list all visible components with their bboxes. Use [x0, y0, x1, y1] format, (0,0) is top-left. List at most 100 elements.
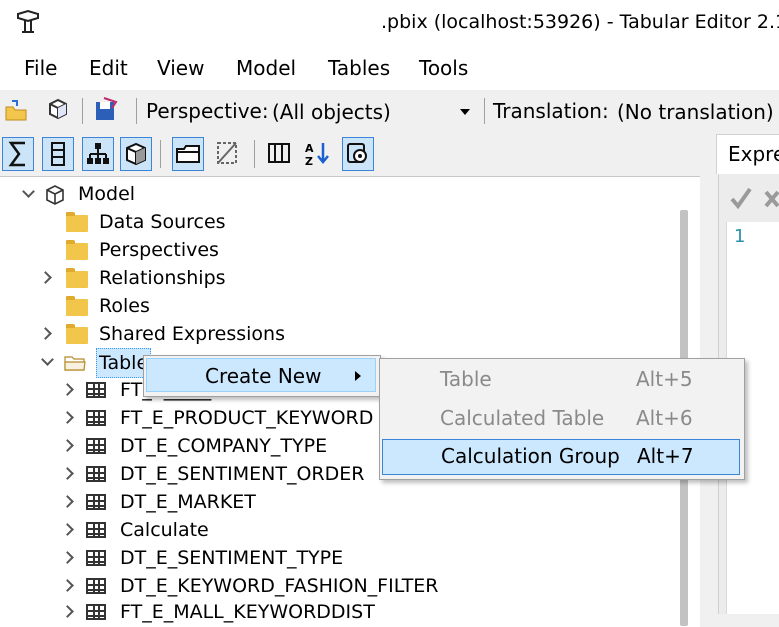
menu-item-calculation-group[interactable]: Calculation Group Alt+7	[382, 439, 740, 475]
folder-icon	[66, 268, 88, 288]
show-columns-button[interactable]	[42, 137, 74, 171]
tree-node-label: Roles	[99, 295, 150, 317]
sigma-icon	[8, 141, 25, 167]
folder-open-icon	[64, 356, 86, 371]
table-icon	[86, 604, 106, 620]
expand-chevron-icon[interactable]	[61, 411, 74, 424]
expand-chevron-icon[interactable]	[22, 185, 35, 198]
tree-node-label: DT_E_SENTIMENT_TYPE	[120, 547, 344, 569]
hidden-object-icon	[217, 142, 237, 164]
expand-chevron-icon[interactable]	[61, 579, 74, 592]
expand-chevron-icon[interactable]	[61, 551, 74, 564]
expand-chevron-icon[interactable]	[61, 383, 74, 396]
expand-chevron-icon[interactable]	[41, 353, 54, 366]
tree-node-label: Model	[78, 183, 136, 205]
tree-node-table[interactable]: Calculate	[0, 516, 400, 544]
perspective-dropdown[interactable]: (All objects)	[264, 95, 480, 129]
table-icon	[86, 494, 106, 510]
tree-node-relationships[interactable]: Relationships	[0, 264, 400, 292]
tree-node-perspectives[interactable]: Perspectives	[0, 236, 400, 264]
menu-item-shortcut: Alt+5	[636, 367, 693, 391]
tree-node-label: DT_E_SENTIMENT_ORDER	[120, 463, 365, 485]
model-cube-icon	[46, 185, 64, 205]
expand-chevron-icon[interactable]	[39, 327, 52, 340]
menu-model[interactable]: Model	[236, 56, 296, 80]
close-icon[interactable]	[764, 188, 779, 210]
tree-node-table[interactable]: DT_E_SENTIMENT_TYPE	[0, 544, 400, 572]
column-icon	[51, 142, 65, 166]
menu-item-label: Table	[440, 367, 492, 391]
submenu-arrow-icon	[355, 371, 361, 381]
cube-icon	[126, 142, 146, 166]
expand-chevron-icon[interactable]	[61, 439, 74, 452]
tree-node-table[interactable]: DT_E_KEYWORD_FASHION_FILTER	[0, 572, 460, 600]
menu-item-label: Create New	[205, 364, 322, 388]
table-icon	[86, 578, 106, 594]
svg-text:Z: Z	[305, 155, 313, 168]
table-icon	[86, 550, 106, 566]
checkmark-icon[interactable]	[728, 184, 754, 212]
expand-chevron-icon[interactable]	[61, 467, 74, 480]
display-folders-button[interactable]	[172, 137, 204, 171]
expand-chevron-icon[interactable]	[39, 271, 52, 284]
tree-node-table[interactable]: DT_E_SENTIMENT_ORDER	[0, 460, 400, 488]
tree-node-label: Relationships	[99, 267, 226, 289]
menu-file[interactable]: File	[24, 56, 57, 80]
tab-expression-editor[interactable]: Expre	[716, 134, 779, 174]
expand-chevron-icon[interactable]	[61, 523, 74, 536]
save-icon[interactable]	[92, 96, 120, 124]
tree-node-label: DT_E_COMPANY_TYPE	[120, 435, 328, 457]
tree-node-label: DT_E_MARKET	[120, 491, 256, 513]
tree-node-label: DT_E_KEYWORD_FASHION_FILTER	[120, 575, 439, 597]
show-measures-button[interactable]	[2, 137, 34, 171]
tab-expression-editor-label: Expre	[728, 142, 779, 166]
expand-chevron-icon[interactable]	[61, 605, 74, 618]
sort-alphabetical-button[interactable]: AZ	[302, 137, 334, 171]
toolbar-separator	[484, 98, 485, 124]
toolbar-separator	[160, 140, 161, 168]
translation-label: Translation:	[493, 99, 609, 123]
tree-node-model[interactable]: Model	[0, 180, 400, 208]
menu-item-shortcut: Alt+7	[637, 444, 694, 468]
svg-text:A: A	[305, 142, 314, 155]
sort-az-icon: AZ	[305, 142, 329, 168]
menu-edit[interactable]: Edit	[89, 56, 128, 80]
show-metadata-button[interactable]	[342, 137, 374, 171]
expand-chevron-icon[interactable]	[61, 495, 74, 508]
tree-node-table[interactable]: FT_E_PRODUCT_KEYWORD	[0, 404, 400, 432]
menu-tables[interactable]: Tables	[328, 56, 390, 80]
deploy-model-icon[interactable]	[44, 96, 72, 124]
toolbar-separator	[254, 140, 255, 168]
context-menu: Create New	[143, 355, 381, 397]
chevron-down-icon[interactable]	[460, 109, 470, 115]
metadata-icon	[347, 143, 367, 163]
show-all-columns-button[interactable]	[264, 137, 296, 171]
menu-tools[interactable]: Tools	[419, 56, 468, 80]
tree-node-shared-expressions[interactable]: Shared Expressions	[0, 320, 400, 348]
show-partitions-button[interactable]	[120, 137, 152, 171]
title-redacted-filename	[46, 9, 379, 36]
tree-node-label: FT_E_PRODUCT_KEYWORD	[120, 407, 374, 429]
tree-node-label: Shared Expressions	[99, 323, 285, 345]
translation-dropdown-value[interactable]: (No translation)	[617, 99, 774, 125]
open-folder-icon[interactable]	[4, 98, 30, 124]
toolbar-separator	[82, 98, 83, 124]
menu-item-create-new[interactable]: Create New	[146, 358, 376, 392]
tree-node-table[interactable]: DT_E_MARKET	[0, 488, 400, 516]
window-title: .pbix (localhost:53926) - Tabular Editor…	[381, 11, 779, 33]
tree-node-data-sources[interactable]: Data Sources	[0, 208, 400, 236]
tree-node-table[interactable]: FT_E_MALL_KEYWORDDIST	[0, 598, 400, 626]
tree-node-label: FT_E_MALL_KEYWORDDIST	[120, 601, 375, 623]
table-icon	[86, 382, 106, 398]
tree-node-roles[interactable]: Roles	[0, 292, 400, 320]
menu-item-table[interactable]: Table Alt+5	[382, 362, 740, 398]
show-hidden-button[interactable]	[212, 137, 244, 171]
folder-icon	[66, 212, 88, 232]
menu-item-calculated-table[interactable]: Calculated Table Alt+6	[382, 401, 740, 437]
menu-view[interactable]: View	[157, 56, 204, 80]
show-hierarchies-button[interactable]	[82, 137, 114, 171]
tree-node-table[interactable]: DT_E_COMPANY_TYPE	[0, 432, 400, 460]
menu-bar: File Edit View Model Tables Tools	[0, 46, 779, 91]
menu-item-label: Calculation Group	[441, 444, 620, 468]
folder-icon	[66, 324, 88, 344]
